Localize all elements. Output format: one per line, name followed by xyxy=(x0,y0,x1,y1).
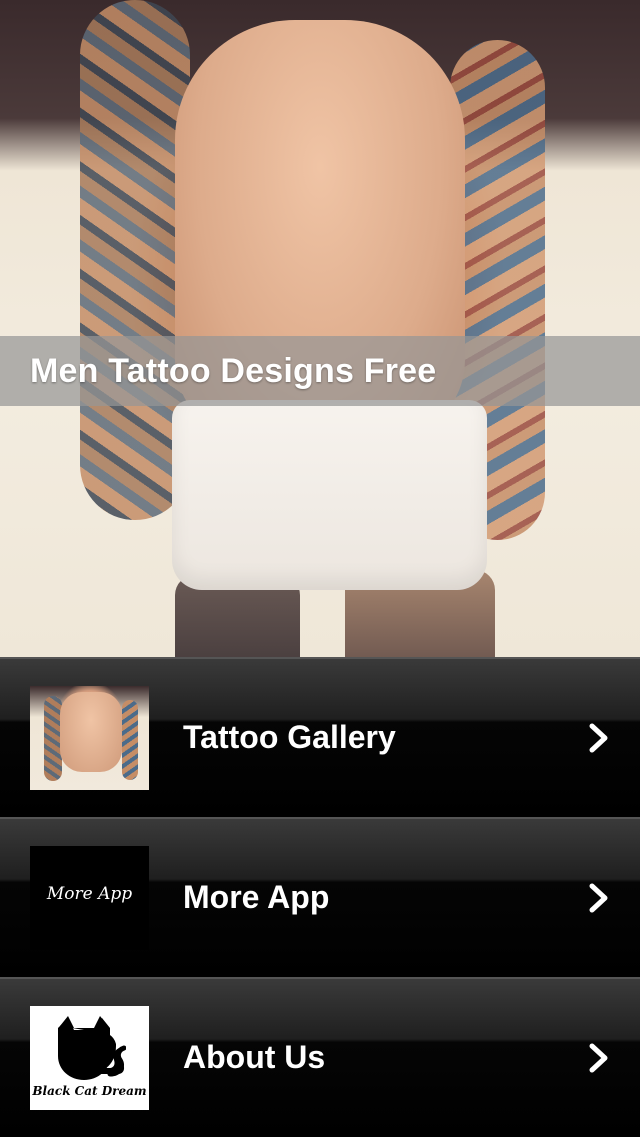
page-title: Men Tattoo Designs Free xyxy=(30,352,437,390)
about-us-thumbnail: Black Cat Dream xyxy=(30,1006,149,1110)
menu-item-label: About Us xyxy=(183,1039,326,1075)
menu-item-about-us[interactable]: Black Cat Dream About Us xyxy=(0,977,640,1137)
main-menu: Tattoo Gallery More App More App Black C… xyxy=(0,657,640,1137)
menu-item-tattoo-gallery[interactable]: Tattoo Gallery xyxy=(0,657,640,817)
menu-item-label: More App xyxy=(183,879,330,915)
menu-item-more-app[interactable]: More App More App xyxy=(0,817,640,977)
chevron-right-icon xyxy=(589,1043,608,1073)
chevron-right-icon xyxy=(589,723,608,753)
menu-item-label: Tattoo Gallery xyxy=(183,719,396,755)
black-cat-logo-icon xyxy=(58,1016,126,1080)
chevron-right-icon xyxy=(589,883,608,913)
tattoo-gallery-thumbnail xyxy=(30,686,149,790)
more-app-thumbnail: More App xyxy=(30,846,149,950)
hero-image xyxy=(0,0,640,657)
more-app-logo-text: More App xyxy=(46,884,133,904)
brand-name: Black Cat Dream xyxy=(32,1084,147,1098)
